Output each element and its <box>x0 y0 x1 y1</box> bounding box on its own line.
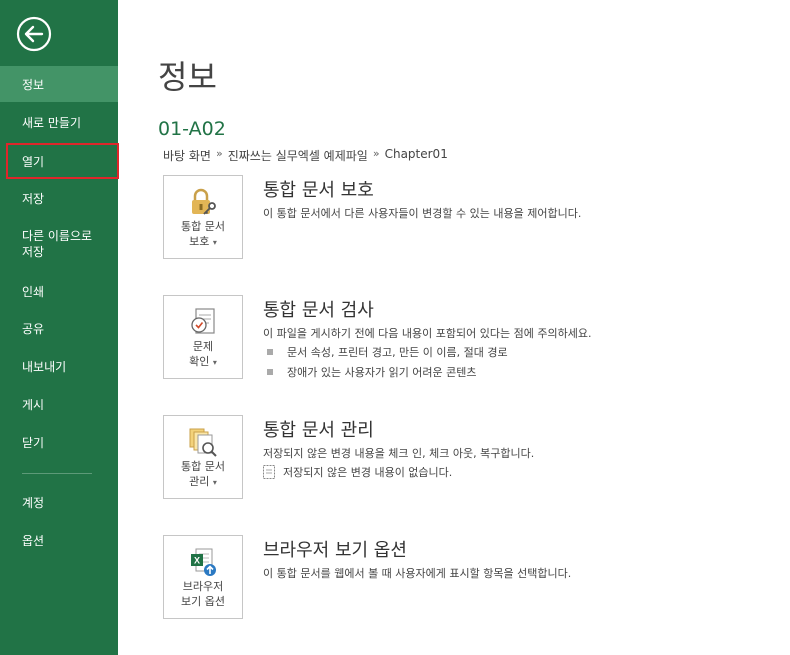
section-description: 이 통합 문서를 웹에서 볼 때 사용자에게 표시할 항목을 선택합니다. <box>263 567 572 580</box>
excel-web-icon: X <box>187 546 219 578</box>
bullet-square-icon <box>267 369 273 375</box>
nav-divider <box>22 473 92 474</box>
tile-label-line1: 브라우저 <box>182 580 224 593</box>
tile-label-line1: 통합 문서 <box>181 460 225 473</box>
manage-workbook-button[interactable]: 통합 문서 관리 ▾ <box>163 415 243 499</box>
bullet-text: 장애가 있는 사용자가 읽기 어려운 콘텐츠 <box>287 366 477 379</box>
inspect-bullet: 문서 속성, 프린터 경고, 만든 이 이름, 절대 경로 <box>267 344 508 360</box>
inspect-bullet: 장애가 있는 사용자가 읽기 어려운 콘텐츠 <box>267 364 477 380</box>
tile-label-line2: 확인 ▾ <box>189 354 217 370</box>
breadcrumb-item[interactable]: Chapter01 <box>385 147 448 164</box>
nav-new[interactable]: 새로 만들기 <box>0 104 118 140</box>
tile-label: 통합 문서 보호 ▾ <box>181 219 225 250</box>
check-issues-button[interactable]: 문제 확인 ▾ <box>163 295 243 379</box>
section-description: 이 파일을 게시하기 전에 다음 내용이 포함되어 있다는 점에 주의하세요. <box>263 327 592 340</box>
info-panel: 정보 01-A02 바탕 화면 » 진짜쓰는 실무엑셀 예제파일 » Chapt… <box>118 0 790 655</box>
breadcrumb: 바탕 화면 » 진짜쓰는 실무엑셀 예제파일 » Chapter01 <box>163 147 448 164</box>
page-title: 정보 <box>158 58 217 96</box>
tile-label-line1: 문제 <box>192 340 214 353</box>
bullet-square-icon <box>267 349 273 355</box>
section-title: 브라우저 보기 옵션 <box>263 540 407 561</box>
protect-workbook-section: 통합 문서 보호 ▾ 통합 문서 보호 이 통합 문서에서 다른 사용자들이 변… <box>163 175 783 261</box>
chevron-down-icon: ▾ <box>212 238 217 247</box>
nav-options[interactable]: 옵션 <box>0 522 118 558</box>
section-description: 저장되지 않은 변경 내용을 체크 인, 체크 아웃, 복구합니다. <box>263 447 535 460</box>
checklist-icon <box>187 306 219 338</box>
section-title: 통합 문서 보호 <box>263 180 374 201</box>
protect-workbook-button[interactable]: 통합 문서 보호 ▾ <box>163 175 243 259</box>
nav-print[interactable]: 인쇄 <box>0 273 118 309</box>
browser-view-options-button[interactable]: X 브라우저 보기 옵션 <box>163 535 243 619</box>
breadcrumb-item[interactable]: 진짜쓰는 실무엑셀 예제파일 <box>228 147 368 164</box>
nav-export[interactable]: 내보내기 <box>0 348 118 384</box>
nav-account[interactable]: 계정 <box>0 484 118 520</box>
manage-bullet: 저장되지 않은 변경 내용이 없습니다. <box>263 464 452 480</box>
nav-share[interactable]: 공유 <box>0 310 118 346</box>
nav-save[interactable]: 저장 <box>0 180 118 216</box>
nav-open[interactable]: 열기 <box>6 143 119 179</box>
browser-view-section: X 브라우저 보기 옵션 브라우저 보기 옵션 이 통합 문서를 웹에서 볼 때… <box>163 535 783 621</box>
nav-close[interactable]: 닫기 <box>0 424 118 460</box>
tile-label-line2: 보호 ▾ <box>181 234 225 250</box>
tile-label: 브라우저 보기 옵션 <box>181 579 225 609</box>
manage-workbook-section: 통합 문서 관리 ▾ 통합 문서 관리 저장되지 않은 변경 내용을 체크 인,… <box>163 415 783 501</box>
chevron-down-icon: ▾ <box>212 478 217 487</box>
tile-label: 문제 확인 ▾ <box>189 339 217 370</box>
chevron-down-icon: ▾ <box>212 358 217 367</box>
lock-key-icon <box>187 186 219 218</box>
section-title: 통합 문서 관리 <box>263 420 374 441</box>
svg-text:X: X <box>194 556 200 566</box>
tile-label-text: 확인 <box>189 355 210 368</box>
file-name: 01-A02 <box>158 118 226 140</box>
backstage-sidebar: 정보 새로 만들기 열기 저장 다른 이름으로 저장 인쇄 공유 내보내기 게시… <box>0 0 119 655</box>
breadcrumb-item[interactable]: 바탕 화면 <box>163 147 211 164</box>
bullet-text: 저장되지 않은 변경 내용이 없습니다. <box>283 466 453 479</box>
section-title: 통합 문서 검사 <box>263 300 374 321</box>
manage-versions-icon <box>187 426 219 458</box>
tile-label-text: 관리 <box>189 475 210 488</box>
inspect-workbook-section: 문제 확인 ▾ 통합 문서 검사 이 파일을 게시하기 전에 다음 내용이 포함… <box>163 295 783 381</box>
nav-publish[interactable]: 게시 <box>0 386 118 422</box>
bullet-text: 문서 속성, 프린터 경고, 만든 이 이름, 절대 경로 <box>287 346 508 359</box>
document-icon <box>263 465 275 479</box>
nav-save-as[interactable]: 다른 이름으로 저장 <box>0 226 118 266</box>
breadcrumb-separator: » <box>215 147 223 160</box>
tile-label-line2: 관리 ▾ <box>181 474 225 490</box>
tile-label-line2: 보기 옵션 <box>181 595 225 608</box>
nav-info[interactable]: 정보 <box>0 66 118 102</box>
tile-label-text: 보호 <box>189 235 210 248</box>
breadcrumb-separator: » <box>372 147 380 160</box>
section-description: 이 통합 문서에서 다른 사용자들이 변경할 수 있는 내용을 제어합니다. <box>263 207 582 220</box>
tile-label: 통합 문서 관리 ▾ <box>181 459 225 490</box>
tile-label-line1: 통합 문서 <box>181 220 225 233</box>
back-arrow-icon[interactable] <box>16 16 52 52</box>
